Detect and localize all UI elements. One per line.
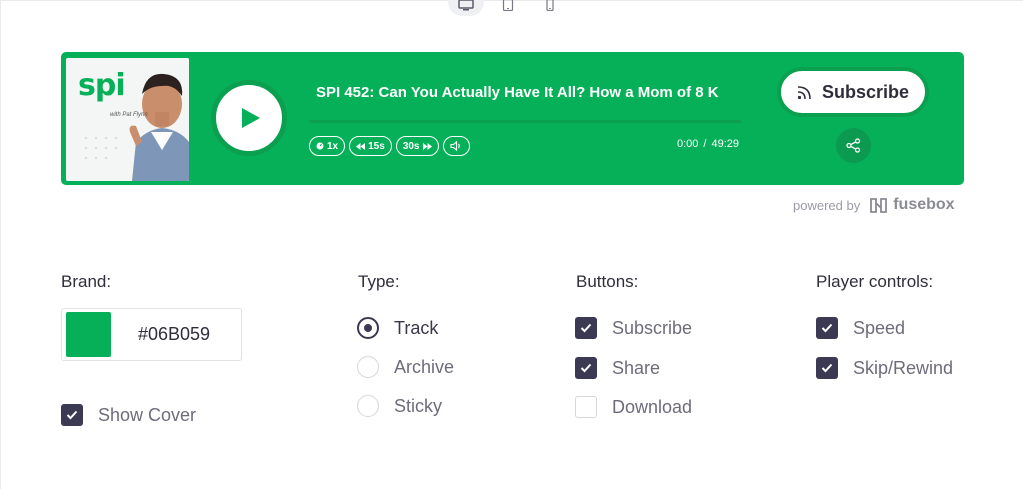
speed-label: 1x <box>327 140 339 152</box>
skip-rewind-option-label: Skip/Rewind <box>853 357 954 378</box>
brand-color-swatch[interactable] <box>66 312 111 357</box>
forward-label: 30s <box>402 140 420 152</box>
cover-byline: with Pat Flynn <box>110 112 148 118</box>
sticky-label: Sticky <box>394 395 443 416</box>
tablet-icon <box>502 0 514 11</box>
type-option-track[interactable]: Track <box>357 317 438 339</box>
controls-option-skip-rewind[interactable]: Skip/Rewind <box>816 357 953 379</box>
download-option-label: Download <box>612 396 693 417</box>
track-label: Track <box>394 317 439 338</box>
forward-button[interactable]: 30s <box>395 136 439 156</box>
brand-color-picker[interactable]: #06B059 <box>61 308 242 361</box>
play-button[interactable] <box>211 80 287 156</box>
volume-icon <box>449 141 460 151</box>
archive-radio[interactable] <box>357 356 379 378</box>
desktop-icon <box>458 0 474 11</box>
check-icon <box>66 410 78 420</box>
rewind-button[interactable]: 15s <box>349 136 392 156</box>
powered-by-badge[interactable]: powered by fusebox <box>793 196 955 214</box>
tablet-view-tab[interactable] <box>490 0 526 16</box>
episode-title: SPI 452: Can You Actually Have It All? H… <box>316 84 719 101</box>
subscribe-button[interactable]: Subscribe <box>777 67 929 117</box>
share-option-label: Share <box>612 357 661 378</box>
episode-cover: spi with Pat Flynn <box>66 58 189 181</box>
track-radio[interactable] <box>357 317 379 339</box>
duration: 49:29 <box>711 138 740 150</box>
fusebox-logo-text: fusebox <box>893 196 955 213</box>
speed-checkbox[interactable] <box>816 317 838 339</box>
buttons-option-share[interactable]: Share <box>575 357 660 379</box>
share-button[interactable] <box>836 128 871 163</box>
subscribe-checkbox[interactable] <box>575 317 597 339</box>
type-option-archive[interactable]: Archive <box>357 356 454 378</box>
check-icon <box>580 323 592 333</box>
speed-icon <box>316 142 324 150</box>
type-option-sticky[interactable]: Sticky <box>357 395 442 417</box>
rss-icon <box>797 85 811 99</box>
speed-button[interactable]: 1x <box>309 136 346 156</box>
player-controls-heading: Player controls: <box>816 272 934 291</box>
rewind-label: 15s <box>368 140 385 152</box>
check-icon <box>821 323 833 333</box>
fusebox-logo-icon <box>870 197 888 213</box>
brand-color-hex[interactable]: #06B059 <box>138 324 210 345</box>
cover-logo-text: spi <box>78 68 126 103</box>
show-cover-label: Show Cover <box>98 404 197 425</box>
speed-option-label: Speed <box>853 317 906 338</box>
share-checkbox[interactable] <box>575 357 597 379</box>
type-heading: Type: <box>358 272 400 291</box>
check-icon <box>580 363 592 373</box>
fusebox-logo: fusebox <box>870 196 955 214</box>
volume-button[interactable] <box>442 136 470 156</box>
buttons-option-subscribe[interactable]: Subscribe <box>575 317 692 339</box>
archive-label: Archive <box>394 356 455 377</box>
mobile-icon <box>546 0 554 11</box>
subscribe-label: Subscribe <box>821 81 910 102</box>
sticky-radio[interactable] <box>357 395 379 417</box>
rewind-icon <box>356 142 366 150</box>
current-time: 0:00 <box>677 138 699 150</box>
download-checkbox[interactable] <box>575 396 597 418</box>
powered-by-text: powered by <box>793 197 861 213</box>
brand-heading: Brand: <box>61 272 112 291</box>
podcast-player: spi with Pat Flynn SPI 452: Can You Actu… <box>61 52 964 185</box>
buttons-option-download[interactable]: Download <box>575 396 692 418</box>
share-icon <box>846 138 861 153</box>
play-icon <box>242 108 260 128</box>
controls-option-speed[interactable]: Speed <box>816 317 905 339</box>
time-separator: / <box>703 138 707 150</box>
show-cover-option[interactable]: Show Cover <box>61 404 196 426</box>
device-switcher <box>448 0 568 16</box>
check-icon <box>821 363 833 373</box>
desktop-view-tab[interactable] <box>448 0 484 16</box>
buttons-heading: Buttons: <box>576 272 639 291</box>
playback-controls: 1x 15s 30s <box>309 136 470 156</box>
fast-forward-icon <box>422 142 432 150</box>
progress-bar[interactable] <box>309 120 741 123</box>
skip-rewind-checkbox[interactable] <box>816 357 838 379</box>
show-cover-checkbox[interactable] <box>61 404 83 426</box>
subscribe-option-label: Subscribe <box>612 317 693 338</box>
mobile-view-tab[interactable] <box>532 0 568 16</box>
time-display: 0:00 / 49:29 <box>677 138 739 150</box>
